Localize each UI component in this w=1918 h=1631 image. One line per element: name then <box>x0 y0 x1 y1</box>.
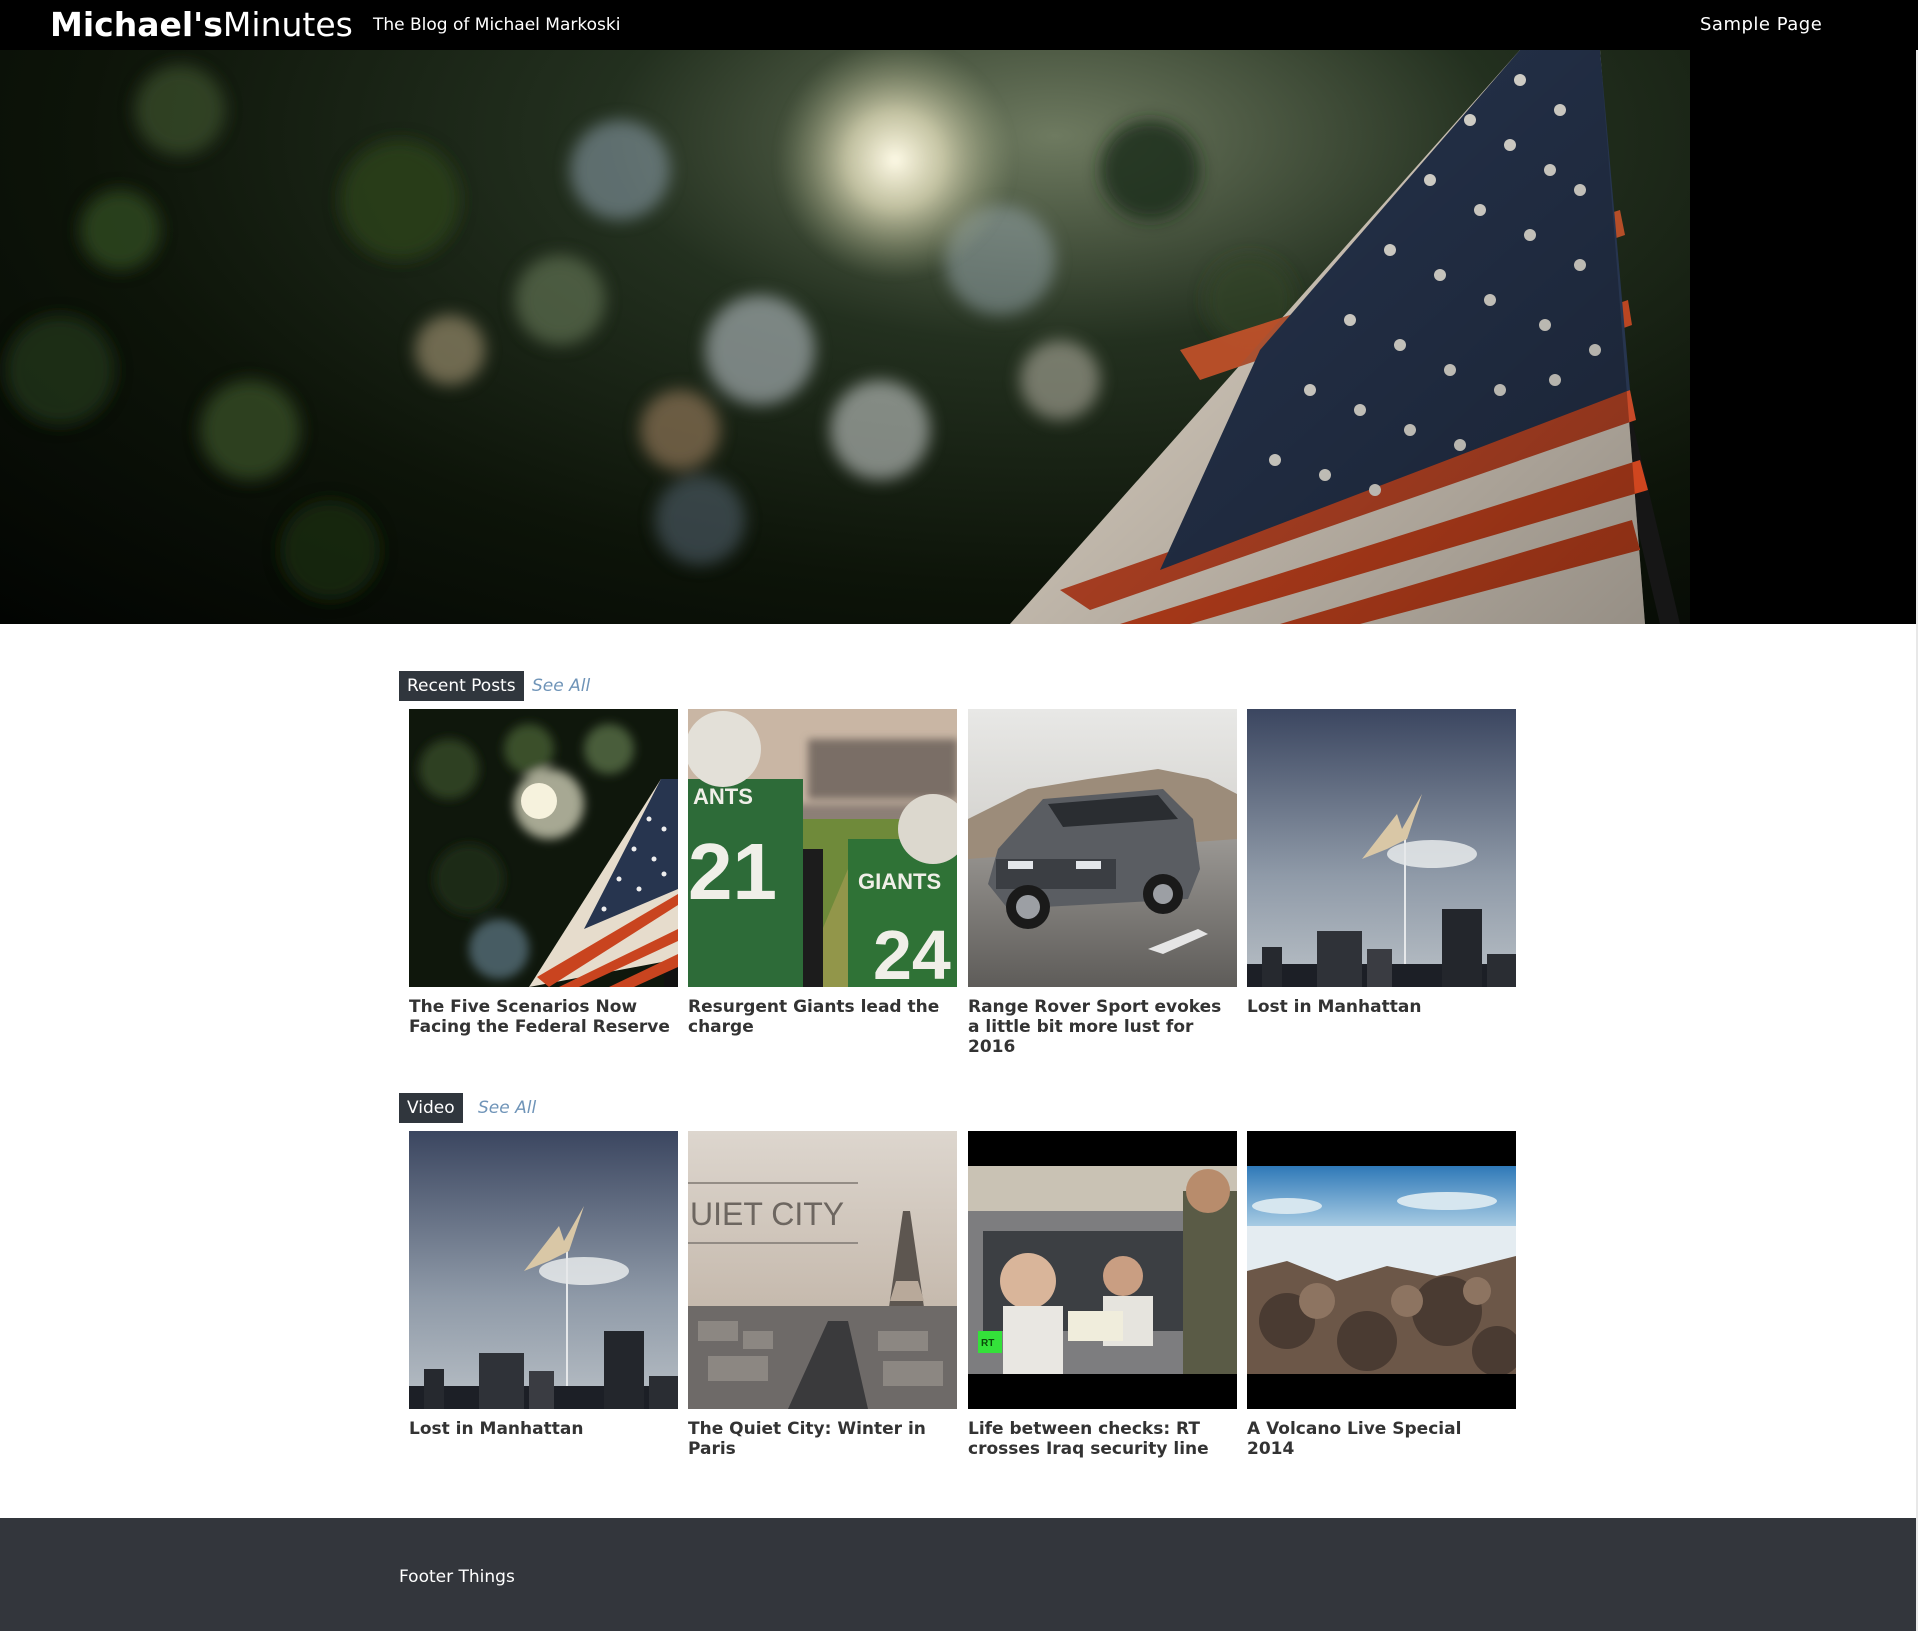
recent-see-all-link[interactable]: See All <box>532 671 590 701</box>
rt-badge-text: RT <box>981 1338 994 1349</box>
post-title[interactable]: Range Rover Sport evokes a little bit mo… <box>968 997 1233 1057</box>
hero-flag-image <box>5 50 1918 624</box>
video-header: Video See All <box>399 1093 599 1123</box>
footer-text: Footer Things <box>399 1567 515 1587</box>
post-title[interactable]: The Five Scenarios Now Facing the Federa… <box>409 997 674 1037</box>
recent-posts-tag: Recent Posts <box>399 671 524 701</box>
video-title[interactable]: A Volcano Live Special 2014 <box>1247 1419 1512 1459</box>
video-thumbnail[interactable]: UIET CITY <box>688 1131 957 1409</box>
brand-light-text: Minutes <box>222 5 353 44</box>
site-logo[interactable]: Michael'sMinutes <box>50 4 353 46</box>
video-overlay-text: UIET CITY <box>690 1196 844 1232</box>
video-title[interactable]: Lost in Manhattan <box>409 1419 674 1439</box>
recent-posts-header: Recent Posts See All <box>399 671 699 701</box>
post-title[interactable]: Resurgent Giants lead the charge <box>688 997 953 1037</box>
post-thumbnail[interactable] <box>1247 709 1516 987</box>
video-tag: Video <box>399 1093 463 1123</box>
post-thumbnail[interactable]: ANTS 21 GIANTS 24 <box>688 709 957 987</box>
nav-sample-page[interactable]: Sample Page <box>1700 13 1822 37</box>
video-card[interactable]: UIET CITY The Quiet City: Winter in Pari… <box>688 1131 957 1459</box>
video-card[interactable]: Lost in Manhattan <box>409 1131 678 1439</box>
post-card[interactable]: Range Rover Sport evokes a little bit mo… <box>968 709 1237 1057</box>
top-bar: Michael'sMinutes The Blog of Michael Mar… <box>0 0 1918 50</box>
video-thumbnail[interactable] <box>1247 1131 1516 1409</box>
post-title[interactable]: Lost in Manhattan <box>1247 997 1512 1017</box>
svg-text:21: 21 <box>688 827 777 916</box>
brand-bold-text: Michael's <box>50 5 223 44</box>
post-thumbnail[interactable] <box>968 709 1237 987</box>
video-see-all-link[interactable]: See All <box>478 1093 536 1123</box>
video-title[interactable]: Life between checks: RT crosses Iraq sec… <box>968 1419 1233 1459</box>
hero-banner <box>0 50 1918 624</box>
video-thumbnail[interactable]: RT <box>968 1131 1237 1409</box>
video-title[interactable]: The Quiet City: Winter in Paris <box>688 1419 953 1459</box>
svg-text:24: 24 <box>873 916 951 987</box>
site-tagline: The Blog of Michael Markoski <box>373 15 621 35</box>
post-thumbnail[interactable] <box>409 709 678 987</box>
site-footer: Footer Things <box>0 1518 1918 1631</box>
svg-text:ANTS: ANTS <box>693 784 753 809</box>
video-thumbnail[interactable] <box>409 1131 678 1409</box>
post-card[interactable]: The Five Scenarios Now Facing the Federa… <box>409 709 678 1037</box>
video-card[interactable]: A Volcano Live Special 2014 <box>1247 1131 1516 1459</box>
svg-text:GIANTS: GIANTS <box>858 869 941 894</box>
post-card[interactable]: ANTS 21 GIANTS 24 Resurgent Giants lead … <box>688 709 957 1037</box>
post-card[interactable]: Lost in Manhattan <box>1247 709 1516 1017</box>
video-card[interactable]: RT Life between checks: RT crosses Iraq … <box>968 1131 1237 1459</box>
